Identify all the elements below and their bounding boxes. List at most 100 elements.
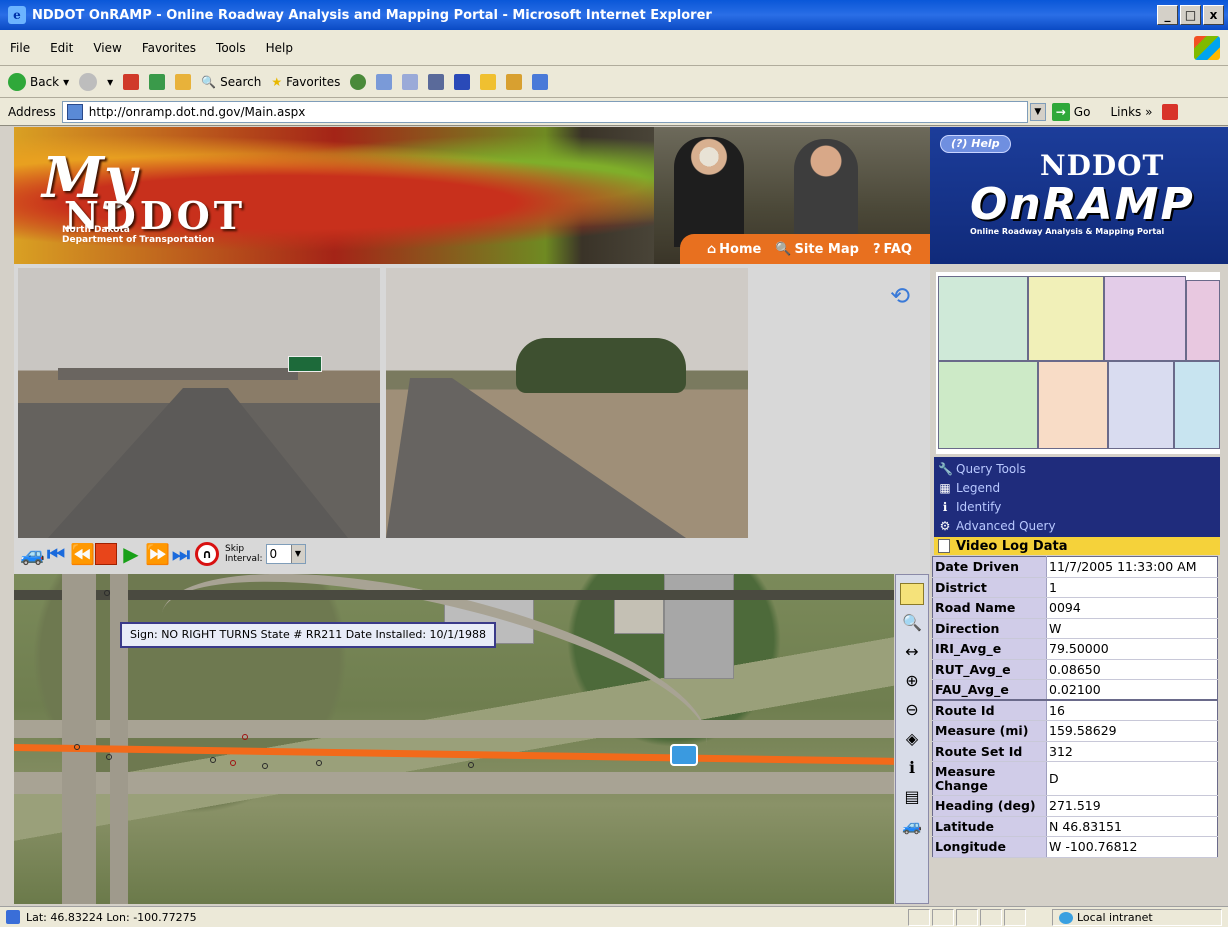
menu-file[interactable]: File [10,41,30,55]
stop-icon[interactable] [123,73,140,90]
u-turn-icon[interactable]: ∩ [195,542,219,566]
overpass-bridge [58,368,298,380]
back-button[interactable]: Back ▾ [8,72,69,91]
row-value: 159.58629 [1046,720,1218,742]
row-key: Road Name [932,597,1047,619]
stop-button[interactable] [95,543,117,565]
fast-forward-icon[interactable]: ⏩ [145,542,170,566]
sign-marker[interactable] [106,754,112,760]
media-icon[interactable] [350,73,367,90]
nav-sitemap[interactable]: 🔍 Site Map [775,242,859,257]
zoom-extent-icon[interactable]: ⊕ [900,670,924,692]
skip-interval-value: 0 [269,547,278,561]
toolbar-addon-icon[interactable] [1162,103,1179,120]
print-icon[interactable] [428,73,445,90]
zoom-in-icon[interactable]: 🔍 [900,612,924,634]
legend-item[interactable]: ▦ Legend [938,478,1216,497]
legend-icon: ▦ [939,480,951,495]
sign-marker[interactable] [230,760,236,766]
sign-marker[interactable] [468,762,474,768]
favorites-label: Favorites [286,74,341,89]
menu-view[interactable]: View [93,41,121,55]
page-icon [66,103,83,120]
zoom-out-icon[interactable]: ⊖ [900,699,924,721]
row-key: Date Driven [932,556,1047,578]
layer-icon[interactable]: ◈ [900,728,924,750]
rotate-view-icon[interactable]: ⟲ [890,284,916,308]
maximize-button[interactable]: □ [1180,5,1201,25]
forward-arrow-icon[interactable] [79,72,98,91]
globe-icon [1059,911,1073,924]
identify-label: Identify [956,499,1002,514]
address-input[interactable]: http://onramp.dot.nd.gov/Main.aspx [61,100,1028,123]
region [1186,280,1220,361]
rewind-icon[interactable]: ⏪ [70,542,95,566]
video-log-data-header[interactable]: Video Log Data [934,537,1220,555]
go-button[interactable]: → Go [1051,102,1091,121]
menu-tools[interactable]: Tools [216,41,246,55]
minimize-button[interactable]: _ [1157,5,1178,25]
north-dakota-overview-map[interactable] [936,272,1220,454]
advanced-query-item[interactable]: ⚙ Advanced Query [938,516,1216,535]
banner-image: My NDDOT North Dakota Department of Tran… [14,127,930,264]
tools-panel: 🔧 Query Tools ▦ Legend ℹ Identify ⚙ Advanced… [934,457,1220,547]
skip-interval-select[interactable]: 0 ▼ [265,544,306,564]
nav-faq[interactable]: ? FAQ [873,242,912,257]
word-icon[interactable] [454,73,471,90]
menu-edit[interactable]: Edit [50,41,73,55]
sign-marker[interactable] [210,757,216,763]
close-button[interactable]: x [1203,5,1224,25]
sign-marker[interactable] [104,590,110,596]
links-button[interactable]: Links » [1110,105,1152,119]
folder-icon[interactable] [480,73,497,90]
vehicle-icon[interactable]: 🚙 [20,542,45,566]
search-button[interactable]: 🔍 Search [201,75,261,89]
gear-icon: ⚙ [939,518,951,533]
menu-bar: File Edit View Favorites Tools Help [0,30,1228,66]
mail-icon[interactable] [402,73,419,90]
tools-icon[interactable] [532,73,549,90]
menu-help[interactable]: Help [266,41,293,55]
windows-logo-icon [1194,36,1220,60]
play-icon[interactable]: ▶ [120,542,142,566]
pan-icon[interactable]: ↔ [900,641,924,663]
skip-to-end-icon[interactable]: ⏭ [170,542,192,566]
row-value: 16 [1046,699,1218,721]
question-icon: ? [872,241,881,257]
highlight-icon[interactable] [900,583,924,605]
query-tools-item[interactable]: 🔧 Query Tools [938,459,1216,478]
favorites-button[interactable]: ★ Favorites [271,75,340,89]
vehicle-icon[interactable]: 🚙 [900,815,924,837]
region [938,361,1038,449]
identify-icon[interactable]: ℹ [900,757,924,779]
status-cell [932,909,954,926]
sign-marker[interactable] [242,734,248,740]
chevron-down-icon: ▾ [107,74,114,89]
home-icon[interactable] [175,73,192,90]
browser-toolbar: Back ▾ ▾ 🔍 Search ★ Favorites [0,66,1228,98]
sign-marker[interactable] [74,744,80,750]
menu-favorites[interactable]: Favorites [142,41,196,55]
nav-home[interactable]: ⌂ Home [707,242,762,257]
region [1038,361,1108,449]
go-label: Go [1073,104,1091,119]
aerial-map[interactable]: Sign: NO RIGHT TURNS State # RR211 Date … [14,574,894,904]
skip-to-start-icon[interactable]: ⏮ [45,542,67,566]
row-value: 1 [1046,577,1218,598]
vehicle-position-icon[interactable] [670,744,698,766]
print-icon[interactable]: ▤ [900,786,924,808]
refresh-icon[interactable] [149,73,166,90]
document-icon [938,539,950,553]
table-row: Date Driven 11/7/2005 11:33:00 AM [932,556,1218,578]
video-frame-side [386,268,748,538]
magnifier-icon: 🔍 [775,241,792,257]
sign-marker[interactable] [262,763,268,769]
road [14,590,894,600]
history-icon[interactable] [376,73,393,90]
address-dropdown[interactable]: ▼ [1029,102,1046,121]
identify-item[interactable]: ℹ Identify [938,497,1216,516]
sign-marker[interactable] [316,760,322,766]
status-cells [908,909,1026,926]
messenger-icon[interactable] [506,73,523,90]
help-button[interactable]: (?) Help [940,135,1011,153]
